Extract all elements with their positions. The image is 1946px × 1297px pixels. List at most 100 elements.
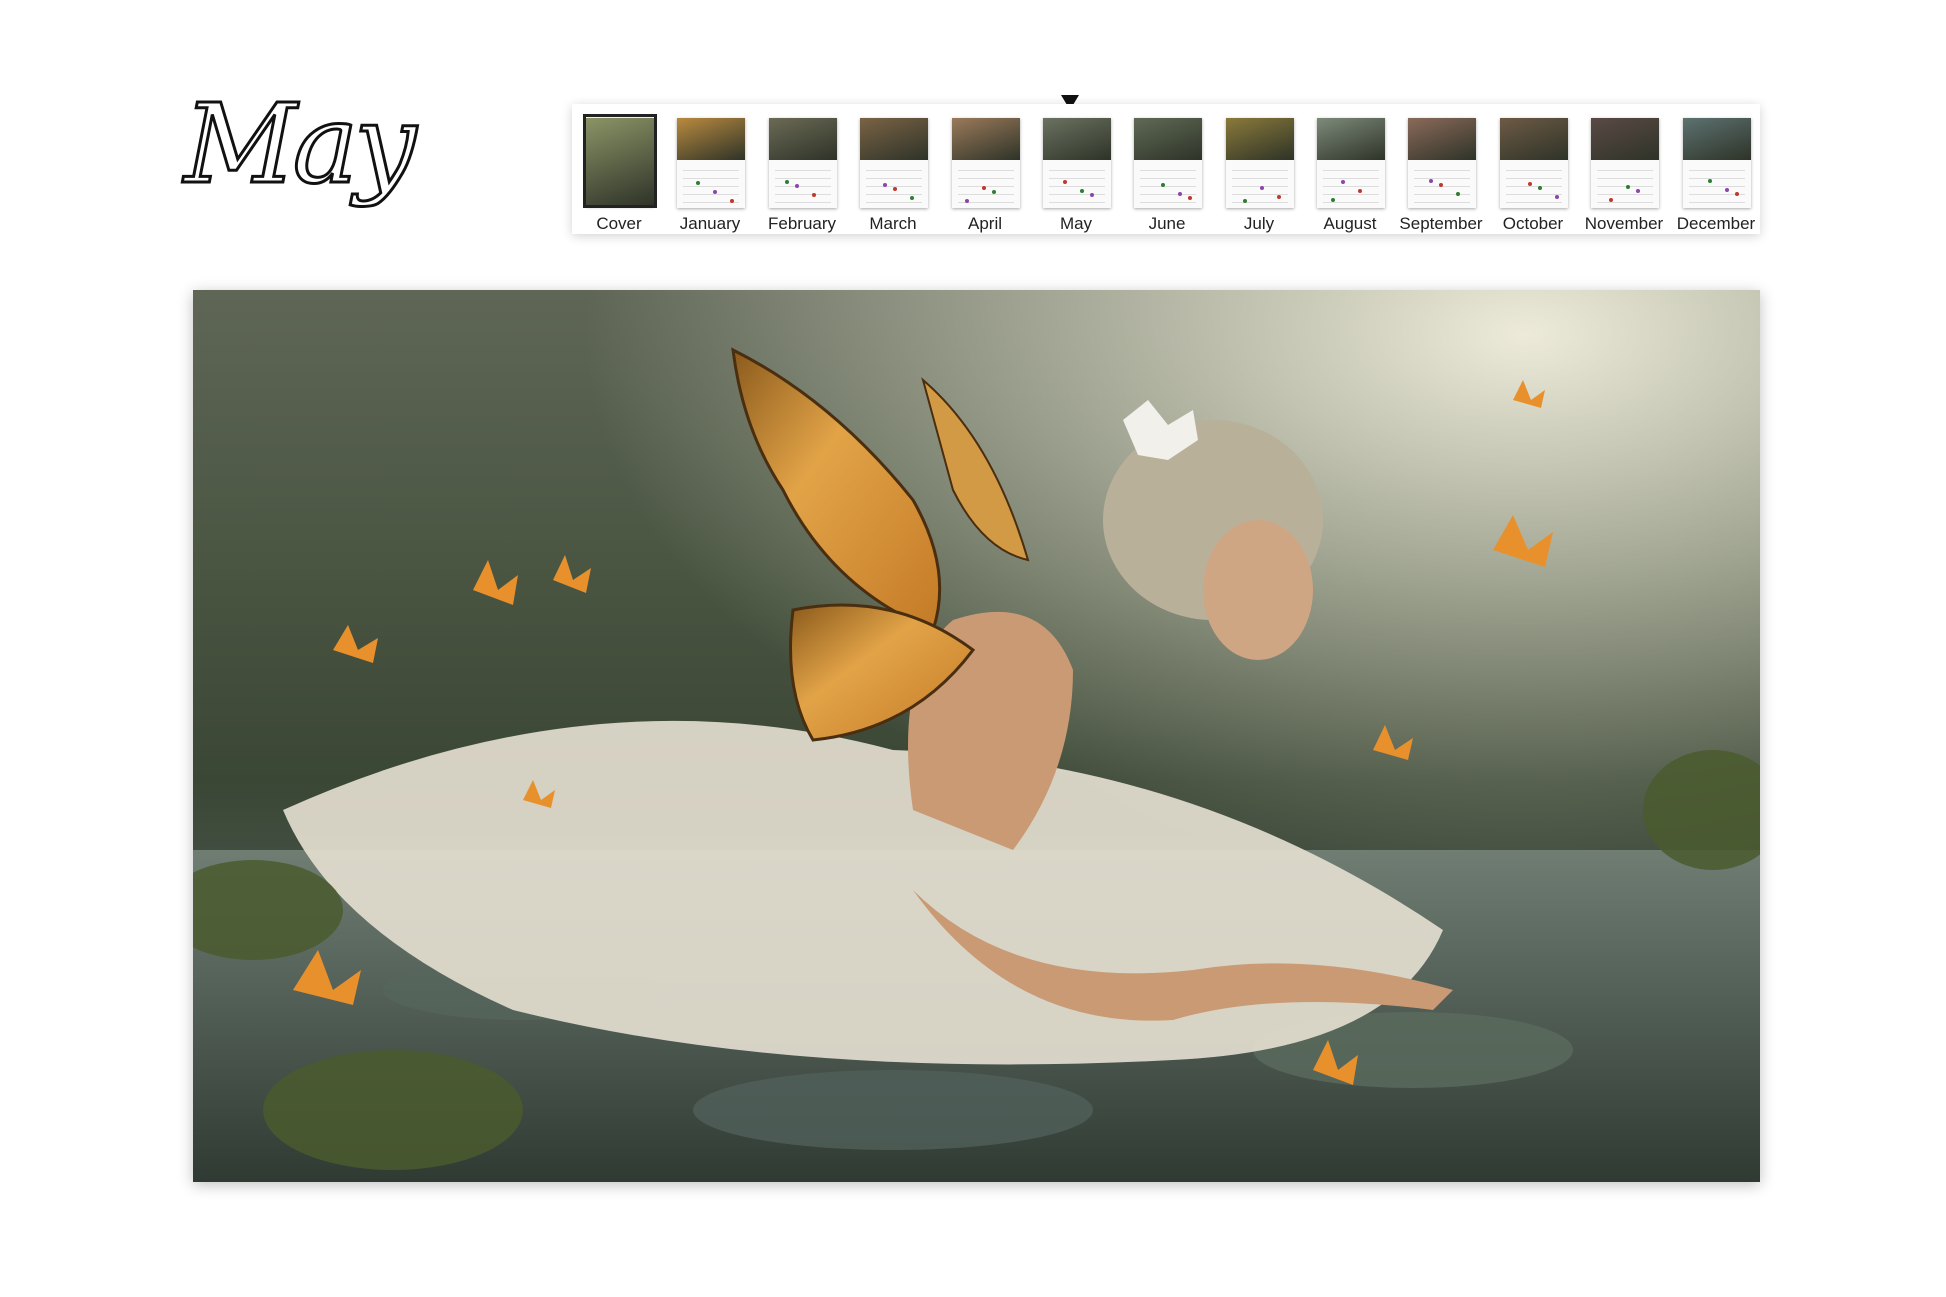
calendar-grid (1408, 160, 1476, 208)
event-marker (883, 183, 887, 187)
event-marker (982, 186, 986, 190)
thumbnail-art (1591, 118, 1659, 160)
event-marker (1538, 186, 1542, 190)
month-title: May (180, 60, 440, 240)
calendar-grid-line (1689, 170, 1745, 171)
calendar-grid-line (1597, 194, 1653, 195)
calendar-grid-line (1049, 194, 1105, 195)
calendar-page-preview (677, 118, 745, 208)
event-marker (812, 193, 816, 197)
calendar-grid-line (1049, 178, 1105, 179)
calendar-grid-line (1414, 178, 1470, 179)
lily-pad (693, 1070, 1093, 1150)
event-marker (785, 180, 789, 184)
calendar-page-preview (1591, 118, 1659, 208)
calendar-grid-line (958, 186, 1014, 187)
leaf (263, 1050, 523, 1170)
calendar-grid-line (775, 186, 831, 187)
event-marker (1708, 179, 1712, 183)
fairy-face (1203, 520, 1313, 660)
calendar-grid-line (1140, 170, 1196, 171)
calendar-page-preview (860, 118, 928, 208)
fairy-illustration (193, 290, 1760, 1182)
calendar-page-preview (1043, 118, 1111, 208)
thumbnail-art (1408, 118, 1476, 160)
calendar-grid (952, 160, 1020, 208)
thumbnail-art (677, 118, 745, 160)
calendar-grid-line (1140, 194, 1196, 195)
calendar-grid-line (1323, 194, 1379, 195)
event-marker (1161, 183, 1165, 187)
calendar-grid (1683, 160, 1751, 208)
calendar-grid (1317, 160, 1385, 208)
event-marker (795, 184, 799, 188)
calendar-page-preview (1408, 118, 1476, 208)
event-marker (1456, 192, 1460, 196)
event-marker (1063, 180, 1067, 184)
thumbnail-art (1134, 118, 1202, 160)
calendar-grid-line (775, 170, 831, 171)
month-hero-image (193, 290, 1760, 1182)
calendar-grid-line (1232, 202, 1288, 203)
calendar-grid-line (1140, 178, 1196, 179)
month-title-script: May (181, 79, 424, 210)
event-marker (696, 181, 700, 185)
calendar-grid-line (775, 194, 831, 195)
event-marker (730, 199, 734, 203)
calendar-grid-line (775, 202, 831, 203)
calendar-grid-line (1049, 186, 1105, 187)
calendar-grid-line (1506, 202, 1562, 203)
calendar-page-preview (1500, 118, 1568, 208)
thumbnail-art (769, 118, 837, 160)
month-title-text: May (182, 80, 418, 208)
calendar-grid-line (1140, 202, 1196, 203)
event-marker (1260, 186, 1264, 190)
calendar-grid-line (1597, 186, 1653, 187)
thumbnail-art (860, 118, 928, 160)
event-marker (1243, 199, 1247, 203)
calendar-grid (1226, 160, 1294, 208)
calendar-grid-line (1597, 170, 1653, 171)
calendar-grid-line (1323, 170, 1379, 171)
event-marker (1439, 183, 1443, 187)
event-marker (1188, 196, 1192, 200)
event-marker (1555, 195, 1559, 199)
event-marker (1277, 195, 1281, 199)
month-thumbnail-strip: Cover January February March April May June Jul… (572, 104, 1760, 234)
calendar-grid-line (958, 178, 1014, 179)
calendar-grid (1043, 160, 1111, 208)
calendar-page-preview (1317, 118, 1385, 208)
calendar-page-preview (1226, 118, 1294, 208)
thumbnail-art (1226, 118, 1294, 160)
calendar-grid (1134, 160, 1202, 208)
calendar-grid-line (866, 178, 922, 179)
event-marker (910, 196, 914, 200)
calendar-grid-line (1506, 194, 1562, 195)
thumbnail-art (1500, 118, 1568, 160)
calendar-grid-line (866, 194, 922, 195)
calendar-grid-line (1140, 186, 1196, 187)
calendar-grid-line (1506, 186, 1562, 187)
event-marker (1429, 179, 1433, 183)
thumbnail-art (1683, 118, 1751, 160)
event-marker (1358, 189, 1362, 193)
calendar-page-preview (1134, 118, 1202, 208)
thumbnail-art (952, 118, 1020, 160)
calendar-grid-line (1689, 202, 1745, 203)
calendar-grid-line (866, 170, 922, 171)
calendar-page-preview (769, 118, 837, 208)
calendar-grid-line (958, 170, 1014, 171)
calendar-grid-line (683, 186, 739, 187)
calendar-grid-line (683, 178, 739, 179)
event-marker (1528, 182, 1532, 186)
event-marker (1636, 189, 1640, 193)
event-marker (1341, 180, 1345, 184)
calendar-grid-line (1049, 170, 1105, 171)
calendar-grid-line (1323, 202, 1379, 203)
calendar-grid-line (683, 170, 739, 171)
calendar-page-preview (952, 118, 1020, 208)
calendar-grid-line (683, 194, 739, 195)
calendar-page-preview (1683, 118, 1751, 208)
event-marker (992, 190, 996, 194)
calendar-grid-line (1414, 202, 1470, 203)
